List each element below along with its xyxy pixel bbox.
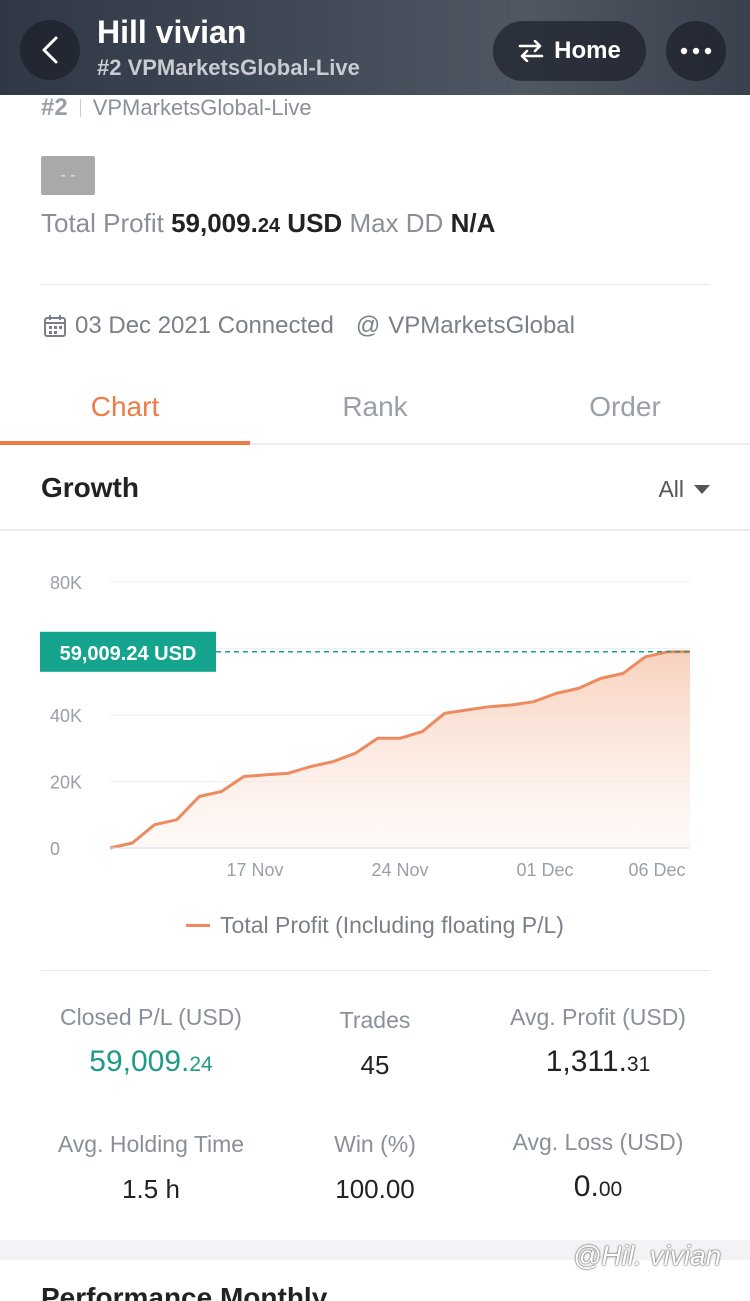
avg-loss-int: 0. [573, 1170, 599, 1203]
at-icon: @ [355, 312, 381, 339]
rank-badge: #2 [41, 94, 68, 121]
swap-icon [518, 40, 544, 62]
avg-profit-value: 1,311.31 [490, 1045, 706, 1079]
y-tick-label: 20K [50, 773, 82, 793]
stat-closed-pl: Closed P/L (USD) 59,009.24 [41, 1004, 261, 1079]
tab-rank[interactable]: Rank [250, 370, 500, 443]
legend-swatch [186, 924, 211, 927]
max-dd-value: N/A [450, 208, 496, 238]
home-label: Home [554, 37, 621, 64]
tab-order[interactable]: Order [500, 370, 750, 443]
closed-pl-dec: 24 [189, 1053, 213, 1076]
closed-pl-int: 59,009. [89, 1045, 190, 1078]
status-badge: - - [41, 156, 95, 195]
max-dd-label: Max DD [349, 208, 444, 238]
watermark: @Hil. vivian [573, 1240, 722, 1271]
calendar-icon [44, 315, 66, 337]
area-fill [110, 651, 690, 848]
divider [41, 970, 710, 971]
total-profit-value: 59,009.24 USD [171, 208, 342, 238]
x-tick-label: 24 Nov [371, 860, 428, 880]
range-filter-label: All [658, 476, 684, 502]
total-profit-label: Total Profit [41, 208, 164, 238]
closed-pl-label: Closed P/L (USD) [60, 1004, 242, 1030]
caret-down-icon [694, 484, 710, 494]
separator [79, 99, 81, 117]
avg-hold-value: 1.5 h [122, 1174, 180, 1204]
x-tick-label: 01 Dec [516, 860, 573, 880]
home-button[interactable]: Home [493, 21, 646, 81]
total-profit-unit: USD [287, 208, 343, 238]
y-tick-label: 40K [50, 706, 82, 726]
trades-label: Trades [339, 1007, 411, 1033]
divider [41, 284, 710, 285]
y-tick-label: 80K [50, 573, 82, 593]
growth-header: Growth All [0, 445, 750, 531]
top-bar: Hill vivian #2 VPMarketsGlobal-Live Home [0, 0, 750, 95]
chart-legend: Total Profit (Including floating P/L) [0, 912, 750, 939]
stat-avg-holding: Avg. Holding Time 1.5 h [41, 1131, 261, 1205]
avg-loss-label: Avg. Loss (USD) [512, 1129, 684, 1155]
avg-loss-dec: 00 [598, 1178, 623, 1201]
range-filter-dropdown[interactable]: All [658, 476, 710, 503]
stat-avg-profit: Avg. Profit (USD) 1,311.31 [490, 1004, 706, 1079]
account-subtitle: #2 VPMarketsGlobal-Live [97, 55, 360, 80]
avg-hold-label: Avg. Holding Time [57, 1131, 245, 1157]
closed-pl-value: 59,009.24 [41, 1045, 261, 1079]
more-dots-icon [680, 47, 712, 55]
growth-chart-svg: 0 20K 40K 80K 17 Nov 24 Nov 01 Dec 06 Dec 59,009… [40, 573, 690, 880]
back-button[interactable] [20, 20, 80, 80]
y-tick-label: 0 [50, 839, 60, 859]
account-line: #2 VPMarketsGlobal-Live [41, 94, 312, 122]
avg-profit-dec: 31 [626, 1053, 651, 1076]
legend-label: Total Profit (Including floating P/L) [220, 912, 564, 938]
account-name: Hill vivian [97, 14, 247, 50]
win-label: Win (%) [334, 1131, 416, 1157]
total-profit-int: 59,009. [171, 208, 258, 238]
growth-chart: 0 20K 40K 80K 17 Nov 24 Nov 01 Dec 06 Dec 59,009… [0, 540, 750, 900]
trades-value: 45 [360, 1050, 390, 1080]
connected-date: 03 Dec 2021 Connected [75, 312, 334, 339]
stat-trades: Trades 45 [290, 1007, 460, 1081]
server-name: VPMarketsGlobal-Live [92, 95, 312, 120]
performance-title: Performance Monthly [41, 1282, 328, 1301]
broker-name: VPMarketsGlobal [388, 312, 575, 339]
avg-profit-int: 1,311. [545, 1045, 627, 1078]
total-profit-dec: 24 [257, 215, 281, 237]
profit-summary: Total Profit 59,009.24 USD Max DD N/A [41, 208, 495, 239]
avg-profit-label: Avg. Profit (USD) [510, 1004, 686, 1030]
win-value: 100.00 [335, 1174, 415, 1204]
stat-avg-loss: Avg. Loss (USD) 0.00 [490, 1129, 706, 1204]
current-value-label: 59,009.24 USD [60, 643, 197, 665]
tab-chart[interactable]: Chart [0, 370, 250, 445]
chevron-left-icon [42, 36, 58, 64]
stat-win: Win (%) 100.00 [290, 1131, 460, 1205]
x-tick-label: 17 Nov [226, 860, 283, 880]
more-button[interactable] [666, 21, 726, 81]
x-tick-label: 06 Dec [628, 860, 685, 880]
avg-loss-value: 0.00 [490, 1170, 706, 1204]
growth-title: Growth [41, 472, 139, 503]
connection-info: 03 Dec 2021 Connected @ VPMarketsGlobal [43, 312, 575, 340]
tab-bar: Chart Rank Order [0, 370, 750, 445]
